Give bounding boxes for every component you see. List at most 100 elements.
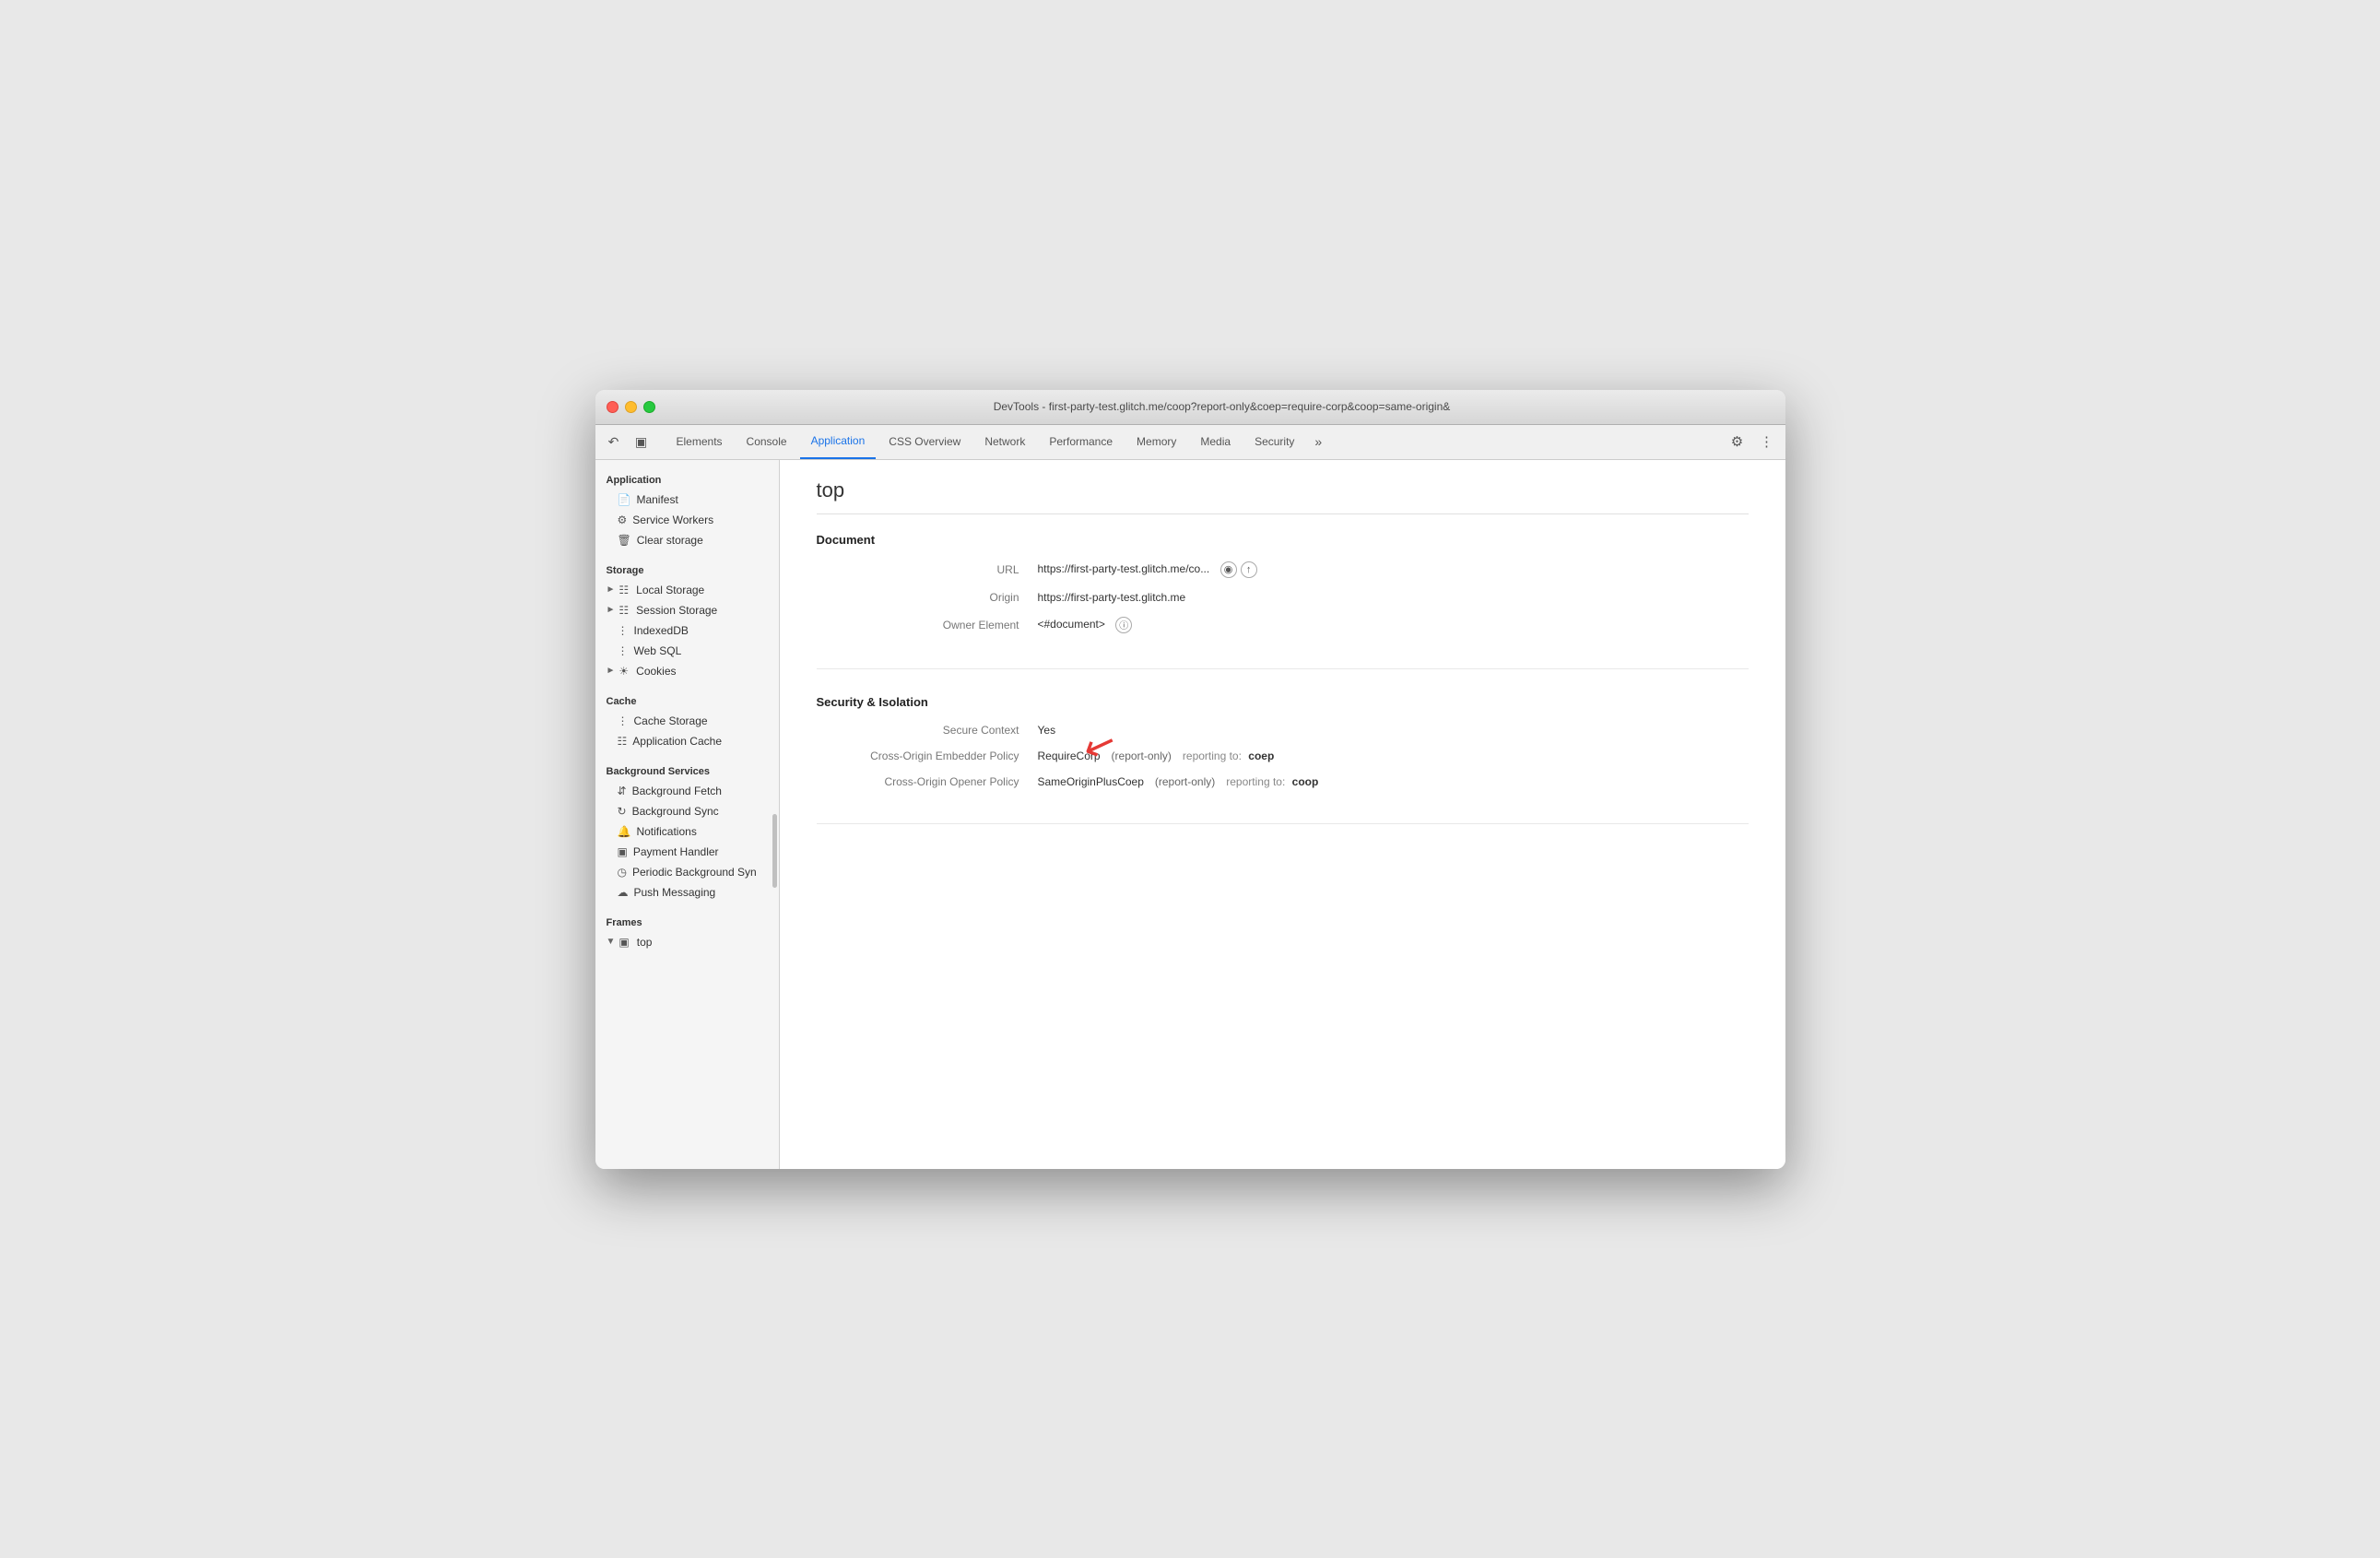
cursor-icon[interactable]: ↶	[603, 431, 625, 453]
indexed-db-icon: ⋮	[618, 624, 629, 637]
coep-reporting-label: reporting to: coep	[1183, 749, 1274, 762]
coop-label: Cross-Origin Opener Policy	[817, 775, 1038, 788]
origin-value: https://first-party-test.glitch.me	[1038, 591, 1186, 604]
more-options-icon[interactable]: ⋮	[1756, 431, 1778, 453]
device-toggle-icon[interactable]: ▣	[630, 431, 653, 453]
traffic-lights	[607, 401, 655, 413]
background-services-title: Background Services	[595, 759, 779, 781]
sidebar-item-application-cache-label: Application Cache	[632, 735, 722, 748]
sidebar-item-payment-handler[interactable]: ▣ Payment Handler	[595, 842, 779, 862]
sidebar-item-clear-storage-label: Clear storage	[637, 534, 703, 547]
sidebar-item-push-messaging[interactable]: ☁ Push Messaging	[595, 882, 779, 903]
sidebar-item-manifest[interactable]: 📄 Manifest	[595, 490, 779, 510]
tab-application[interactable]: Application	[800, 425, 877, 459]
document-section-title: Document	[817, 533, 1749, 547]
sidebar-item-clear-storage[interactable]: 🗑 Clear storage	[595, 530, 779, 550]
frame-icon: ▣	[619, 936, 629, 949]
coep-value: RequireCorp	[1038, 749, 1101, 762]
sidebar-item-local-storage[interactable]: ► ☷ Local Storage	[595, 580, 779, 600]
coop-reporting-value: coop	[1292, 775, 1319, 788]
maximize-button[interactable]	[643, 401, 655, 413]
coop-reporting-label: reporting to: coop	[1226, 775, 1318, 788]
tab-media[interactable]: Media	[1189, 425, 1242, 459]
local-storage-icon: ☷	[619, 584, 629, 596]
tabbar-right: ⚙ ⋮	[1726, 431, 1778, 453]
sidebar-item-cookies-label: Cookies	[636, 665, 676, 678]
close-button[interactable]	[607, 401, 619, 413]
sidebar-item-indexed-db[interactable]: ⋮ IndexedDB	[595, 620, 779, 641]
coep-value-row: RequireCorp (report-only) reporting to: …	[1038, 749, 1275, 762]
periodic-background-sync-icon: ◷	[618, 866, 627, 879]
sidebar-item-session-storage[interactable]: ► ☷ Session Storage	[595, 600, 779, 620]
sidebar-item-local-storage-label: Local Storage	[636, 584, 704, 596]
expand-arrow-icon: ►	[607, 584, 616, 595]
sidebar-item-service-workers[interactable]: ⚙ Service Workers	[595, 510, 779, 530]
tab-css-overview[interactable]: CSS Overview	[878, 425, 972, 459]
session-storage-icon: ☷	[619, 604, 629, 617]
sidebar-item-payment-handler-label: Payment Handler	[633, 845, 719, 858]
manifest-icon: 📄	[618, 493, 631, 506]
open-icon[interactable]: ↑	[1241, 561, 1257, 578]
sidebar-item-web-sql[interactable]: ⋮ Web SQL	[595, 641, 779, 661]
sidebar-item-cookies[interactable]: ► ☀ Cookies	[595, 661, 779, 681]
coep-report-only: (report-only)	[1112, 749, 1172, 762]
security-section: Security & Isolation Secure Context Yes …	[817, 691, 1749, 824]
sidebar-item-cache-storage-label: Cache Storage	[634, 714, 708, 727]
coep-reporting-label-text: reporting to:	[1183, 749, 1242, 762]
sidebar-item-background-sync-label: Background Sync	[632, 805, 719, 818]
coop-report-only: (report-only)	[1155, 775, 1215, 788]
url-icons: ◉ ↑	[1220, 561, 1257, 578]
tab-elements[interactable]: Elements	[666, 425, 734, 459]
owner-element-link[interactable]: <#document>	[1038, 618, 1105, 631]
tab-network[interactable]: Network	[973, 425, 1036, 459]
sidebar-item-background-fetch[interactable]: ⇵ Background Fetch	[595, 781, 779, 801]
sidebar-scrollbar[interactable]	[772, 814, 777, 888]
sidebar-item-cache-storage[interactable]: ⋮ Cache Storage	[595, 711, 779, 731]
sidebar-item-service-workers-label: Service Workers	[632, 513, 713, 526]
url-value: https://first-party-test.glitch.me/co...…	[1038, 561, 1257, 578]
sidebar-item-top-frame-label: top	[637, 936, 653, 949]
tab-security[interactable]: Security	[1243, 425, 1305, 459]
sidebar-item-periodic-background-sync[interactable]: ◷ Periodic Background Syn	[595, 862, 779, 882]
cookies-icon: ☀	[619, 665, 629, 678]
sidebar-item-periodic-background-sync-label: Periodic Background Syn	[632, 866, 757, 879]
background-fetch-icon: ⇵	[618, 785, 627, 797]
sidebar-item-background-sync[interactable]: ↻ Background Sync	[595, 801, 779, 821]
content-inner: top Document URL https://first-party-tes…	[780, 460, 1785, 865]
sidebar-item-session-storage-label: Session Storage	[636, 604, 717, 617]
tab-memory[interactable]: Memory	[1125, 425, 1187, 459]
expand-arrow-icon: ►	[607, 666, 616, 676]
sidebar-item-application-cache[interactable]: ☷ Application Cache	[595, 731, 779, 751]
payment-handler-icon: ▣	[618, 845, 628, 858]
more-tabs-button[interactable]: »	[1307, 429, 1329, 454]
document-section: Document URL https://first-party-test.gl…	[817, 533, 1749, 669]
devtools-window: DevTools - first-party-test.glitch.me/co…	[595, 390, 1785, 1169]
coep-label: Cross-Origin Embedder Policy	[817, 749, 1038, 762]
owner-element-value: <#document> ⓘ	[1038, 617, 1133, 633]
minimize-button[interactable]	[625, 401, 637, 413]
sidebar-item-push-messaging-label: Push Messaging	[634, 886, 716, 899]
origin-label: Origin	[817, 591, 1038, 604]
sidebar: Application 📄 Manifest ⚙ Service Workers…	[595, 460, 780, 1169]
service-workers-icon: ⚙	[618, 513, 628, 526]
copy-icon[interactable]: ◉	[1220, 561, 1237, 578]
window-title: DevTools - first-party-test.glitch.me/co…	[670, 400, 1774, 413]
application-section-title: Application	[595, 467, 779, 490]
frame-title: top	[817, 478, 1749, 514]
sidebar-item-notifications[interactable]: 🔔 Notifications	[595, 821, 779, 842]
url-text: https://first-party-test.glitch.me/co...	[1038, 562, 1210, 575]
url-field-row: URL https://first-party-test.glitch.me/c…	[817, 561, 1749, 578]
background-sync-icon: ↻	[618, 805, 627, 818]
cache-storage-icon: ⋮	[618, 714, 629, 727]
tab-icons: ↶ ▣	[603, 431, 653, 453]
info-icon[interactable]: ⓘ	[1115, 617, 1132, 633]
frames-section-title: Frames	[595, 910, 779, 932]
tabbar: ↶ ▣ Elements Console Application CSS Ove…	[595, 425, 1785, 460]
tab-console[interactable]: Console	[736, 425, 798, 459]
settings-icon[interactable]: ⚙	[1726, 431, 1749, 453]
sidebar-item-top-frame[interactable]: ▼ ▣ top	[595, 932, 779, 952]
owner-element-icons: ⓘ	[1115, 617, 1132, 633]
sidebar-item-web-sql-label: Web SQL	[634, 644, 682, 657]
secure-context-value: Yes	[1038, 724, 1056, 737]
tab-performance[interactable]: Performance	[1038, 425, 1124, 459]
